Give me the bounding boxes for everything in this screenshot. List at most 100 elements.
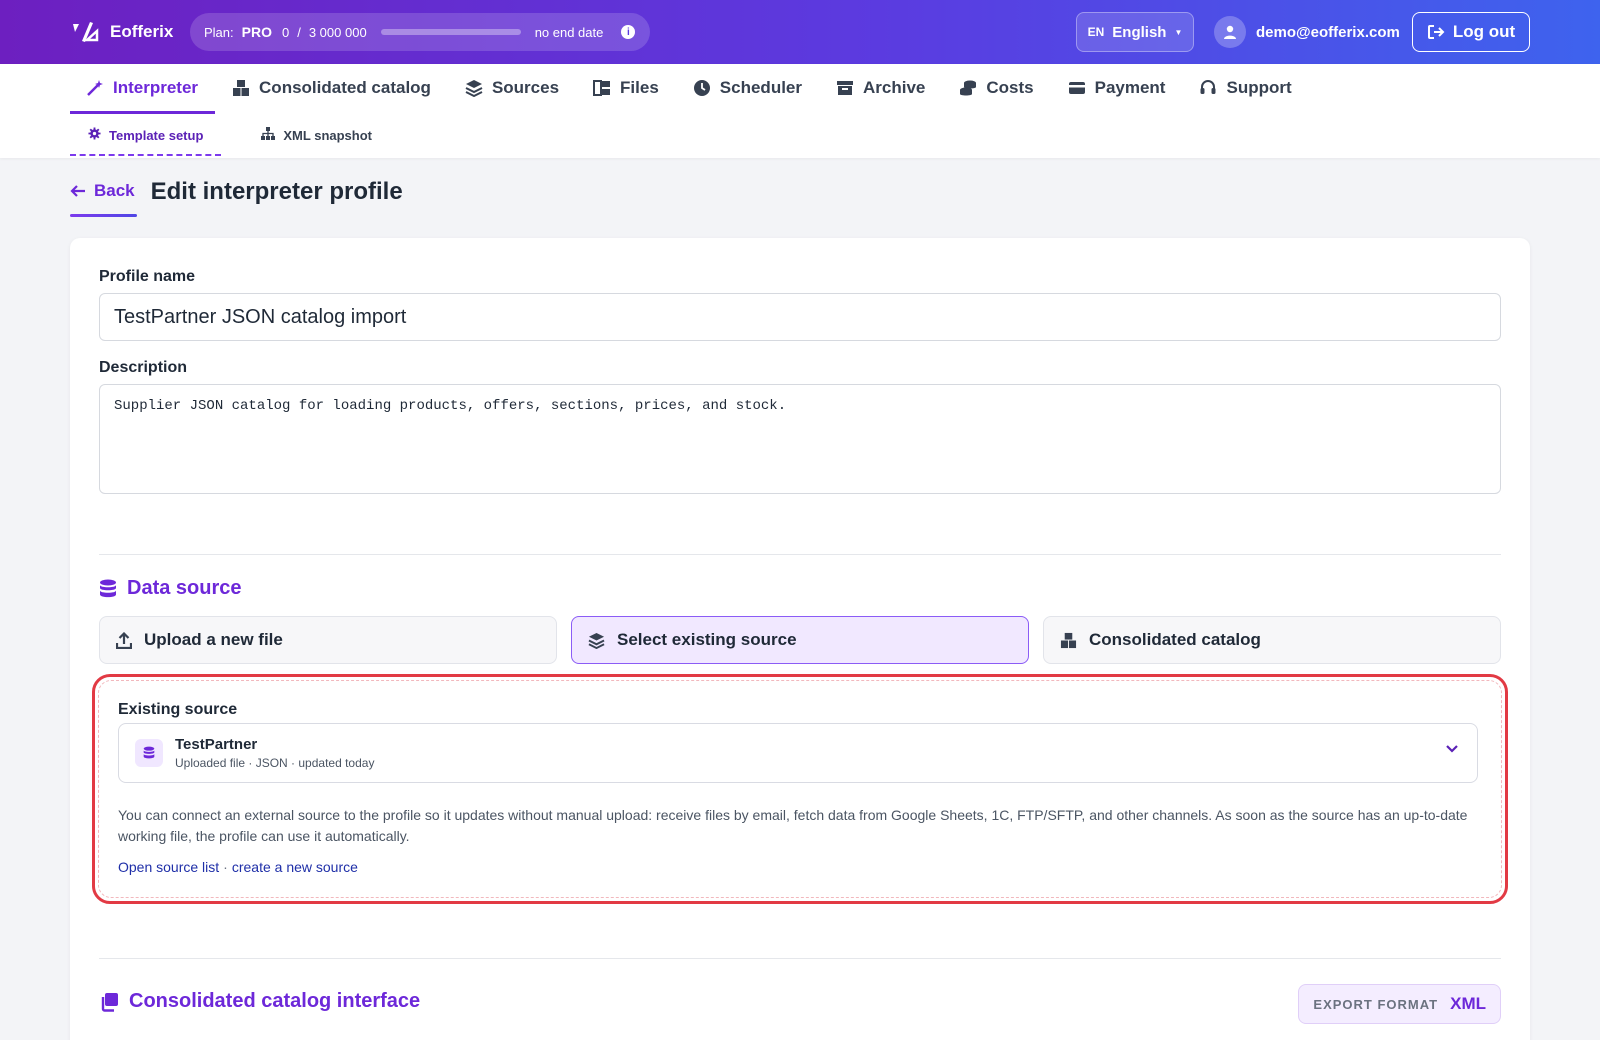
- catalog-interface-heading: Consolidated catalog interface: [99, 990, 420, 1013]
- page-title: Edit interpreter profile: [150, 178, 403, 205]
- tab-label: Sources: [491, 78, 560, 97]
- select-existing-source-button[interactable]: Select existing source: [571, 616, 1029, 664]
- selected-source-name: TestPartner: [175, 736, 258, 753]
- logout-button[interactable]: Log out: [1412, 12, 1530, 52]
- tab-support[interactable]: Support: [1182, 64, 1308, 112]
- data-source-heading: Data source: [99, 577, 242, 600]
- language-name: English: [1112, 23, 1167, 41]
- chevron-down-icon: [1446, 745, 1458, 753]
- tab-label: Scheduler: [719, 78, 802, 97]
- subtab-label: Template setup: [109, 127, 204, 143]
- database-icon: [100, 579, 116, 597]
- credit-card-icon: [1068, 79, 1086, 97]
- open-source-list-link[interactable]: Open source list: [118, 859, 219, 875]
- source-links: Open source list · create a new source: [118, 859, 358, 875]
- files-icon: [593, 79, 611, 97]
- plan-name: PRO: [241, 24, 272, 40]
- language-code: EN: [1087, 25, 1105, 39]
- plan-label: Plan:: [204, 24, 234, 40]
- page-header: Back Edit interpreter profile: [70, 178, 403, 217]
- plan-used: 0: [281, 24, 290, 40]
- tab-label: Archive: [863, 78, 926, 97]
- arrow-left-icon: [70, 185, 85, 197]
- plan-progress-bar: [380, 29, 521, 35]
- subtab-template-setup[interactable]: Template setup: [70, 112, 222, 158]
- selected-source-info: TestPartner Uploaded file · JSON · updat…: [175, 736, 374, 770]
- tab-archive[interactable]: Archive: [819, 64, 942, 112]
- existing-source-label: Existing source: [118, 701, 238, 718]
- profile-name-label: Profile name: [99, 268, 196, 285]
- language-switcher[interactable]: EN English ▼: [1076, 12, 1194, 52]
- tab-files[interactable]: Files: [576, 64, 676, 112]
- sitemap-icon: [261, 127, 276, 143]
- tab-label: Files: [620, 78, 659, 97]
- user-menu[interactable]: demo@eofferix.com: [1214, 16, 1400, 48]
- layers-icon: [588, 632, 605, 649]
- back-label: Back: [94, 181, 135, 200]
- boxes-icon: [232, 79, 250, 97]
- back-button[interactable]: Back: [70, 181, 137, 217]
- app-logo[interactable]: Eofferix: [70, 19, 173, 45]
- subtab-label: XML snapshot: [283, 127, 372, 143]
- database-icon: [135, 739, 163, 767]
- logout-label: Log out: [1452, 22, 1516, 41]
- headset-icon: [1199, 79, 1217, 97]
- tab-consolidated-catalog[interactable]: Consolidated catalog: [215, 64, 448, 112]
- plan-limit: 3 000 000: [308, 24, 367, 40]
- tab-label: Interpreter: [113, 78, 199, 97]
- tab-label: Consolidated catalog: [259, 78, 431, 97]
- archive-icon: [836, 79, 854, 97]
- plan-end-date: no end date: [534, 24, 604, 40]
- tab-scheduler[interactable]: Scheduler: [676, 64, 819, 112]
- plan-usage: Plan: PRO 0 / 3 000 000 no end date i: [190, 13, 650, 51]
- user-avatar-icon: [1214, 16, 1246, 48]
- tab-label: Costs: [986, 78, 1034, 97]
- option-label: Consolidated catalog: [1089, 630, 1261, 649]
- divider: [99, 554, 1501, 555]
- create-new-source-link[interactable]: create a new source: [232, 859, 358, 875]
- user-email: demo@eofferix.com: [1256, 23, 1400, 41]
- export-format-badge[interactable]: EXPORT FORMAT XML: [1298, 984, 1501, 1024]
- copy-icon: [101, 992, 118, 1012]
- plan-separator: /: [297, 24, 301, 40]
- sub-tabs: Template setup XML snapshot: [70, 112, 390, 158]
- subtab-xml-snapshot[interactable]: XML snapshot: [243, 112, 390, 158]
- export-format-label: EXPORT FORMAT: [1313, 996, 1439, 1012]
- data-source-title: Data source: [127, 577, 242, 599]
- main-navigation: Interpreter Consolidated catalog Sources…: [0, 64, 1600, 158]
- nav-tabs: Interpreter Consolidated catalog Sources…: [70, 64, 1309, 114]
- profile-form-card: Profile name TestPartner JSON catalog im…: [70, 238, 1530, 1040]
- option-label: Upload a new file: [144, 630, 283, 649]
- info-icon[interactable]: i: [621, 25, 636, 39]
- link-separator: ·: [223, 859, 228, 875]
- tab-sources[interactable]: Sources: [448, 64, 576, 112]
- description-textarea[interactable]: Supplier JSON catalog for loading produc…: [99, 384, 1501, 494]
- consolidated-catalog-option-button[interactable]: Consolidated catalog: [1043, 616, 1501, 664]
- upload-icon: [116, 631, 132, 649]
- logo-icon: [73, 22, 99, 42]
- export-format-value: XML: [1450, 994, 1486, 1013]
- description-label: Description: [99, 359, 188, 376]
- divider: [99, 958, 1501, 959]
- top-bar: Eofferix Plan: PRO 0 / 3 000 000 no end …: [0, 0, 1600, 64]
- tab-label: Payment: [1094, 78, 1166, 97]
- upload-new-file-button[interactable]: Upload a new file: [99, 616, 557, 664]
- tab-payment[interactable]: Payment: [1051, 64, 1183, 112]
- option-label: Select existing source: [617, 630, 797, 649]
- selected-source-meta: Uploaded file · JSON · updated today: [175, 756, 375, 770]
- profile-name-input[interactable]: TestPartner JSON catalog import: [99, 293, 1501, 341]
- tab-label: Support: [1226, 78, 1292, 97]
- boxes-icon: [1060, 632, 1077, 648]
- caret-down-icon: ▼: [1174, 27, 1183, 37]
- tab-costs[interactable]: Costs: [942, 64, 1050, 112]
- catalog-interface-title: Consolidated catalog interface: [129, 990, 421, 1012]
- layers-icon: [465, 79, 483, 97]
- clock-icon: [693, 79, 711, 97]
- tab-interpreter[interactable]: Interpreter: [70, 64, 216, 114]
- existing-source-panel: Existing source TestPartner Uploaded fil…: [92, 674, 1508, 904]
- existing-source-select[interactable]: TestPartner Uploaded file · JSON · updat…: [118, 723, 1478, 783]
- magic-wand-icon: [86, 79, 104, 97]
- coins-icon: [959, 79, 977, 97]
- gear-icon: [88, 127, 101, 143]
- app-name: Eofferix: [110, 22, 174, 41]
